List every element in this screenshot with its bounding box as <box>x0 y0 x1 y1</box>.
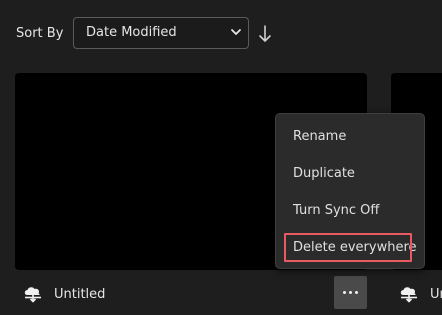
sort-by-selected-value: Date Modified <box>86 25 177 40</box>
chevron-down-icon <box>231 29 241 35</box>
more-dots-icon <box>343 291 346 294</box>
card-footer-2: Un <box>398 280 442 308</box>
more-options-button[interactable] <box>334 276 367 309</box>
sort-by-dropdown[interactable]: Date Modified <box>73 17 249 49</box>
menu-item-rename[interactable]: Rename <box>293 128 346 146</box>
context-menu: Rename Duplicate Turn Sync Off Delete ev… <box>275 113 425 269</box>
menu-item-delete-everywhere[interactable]: Delete everywhere <box>293 239 417 257</box>
sort-by-label: Sort By <box>16 26 64 41</box>
more-dots-icon-part <box>355 291 358 294</box>
cloud-sync-icon <box>400 287 417 303</box>
arrow-down-icon[interactable] <box>257 24 273 44</box>
card-footer: Untitled <box>22 280 105 308</box>
document-title-2: Un <box>430 286 442 302</box>
cloud-sync-icon <box>24 287 41 303</box>
document-title: Untitled <box>54 286 106 302</box>
more-dots-icon-part <box>349 291 352 294</box>
menu-item-duplicate[interactable]: Duplicate <box>293 165 355 183</box>
menu-item-turn-sync-off[interactable]: Turn Sync Off <box>293 202 379 220</box>
